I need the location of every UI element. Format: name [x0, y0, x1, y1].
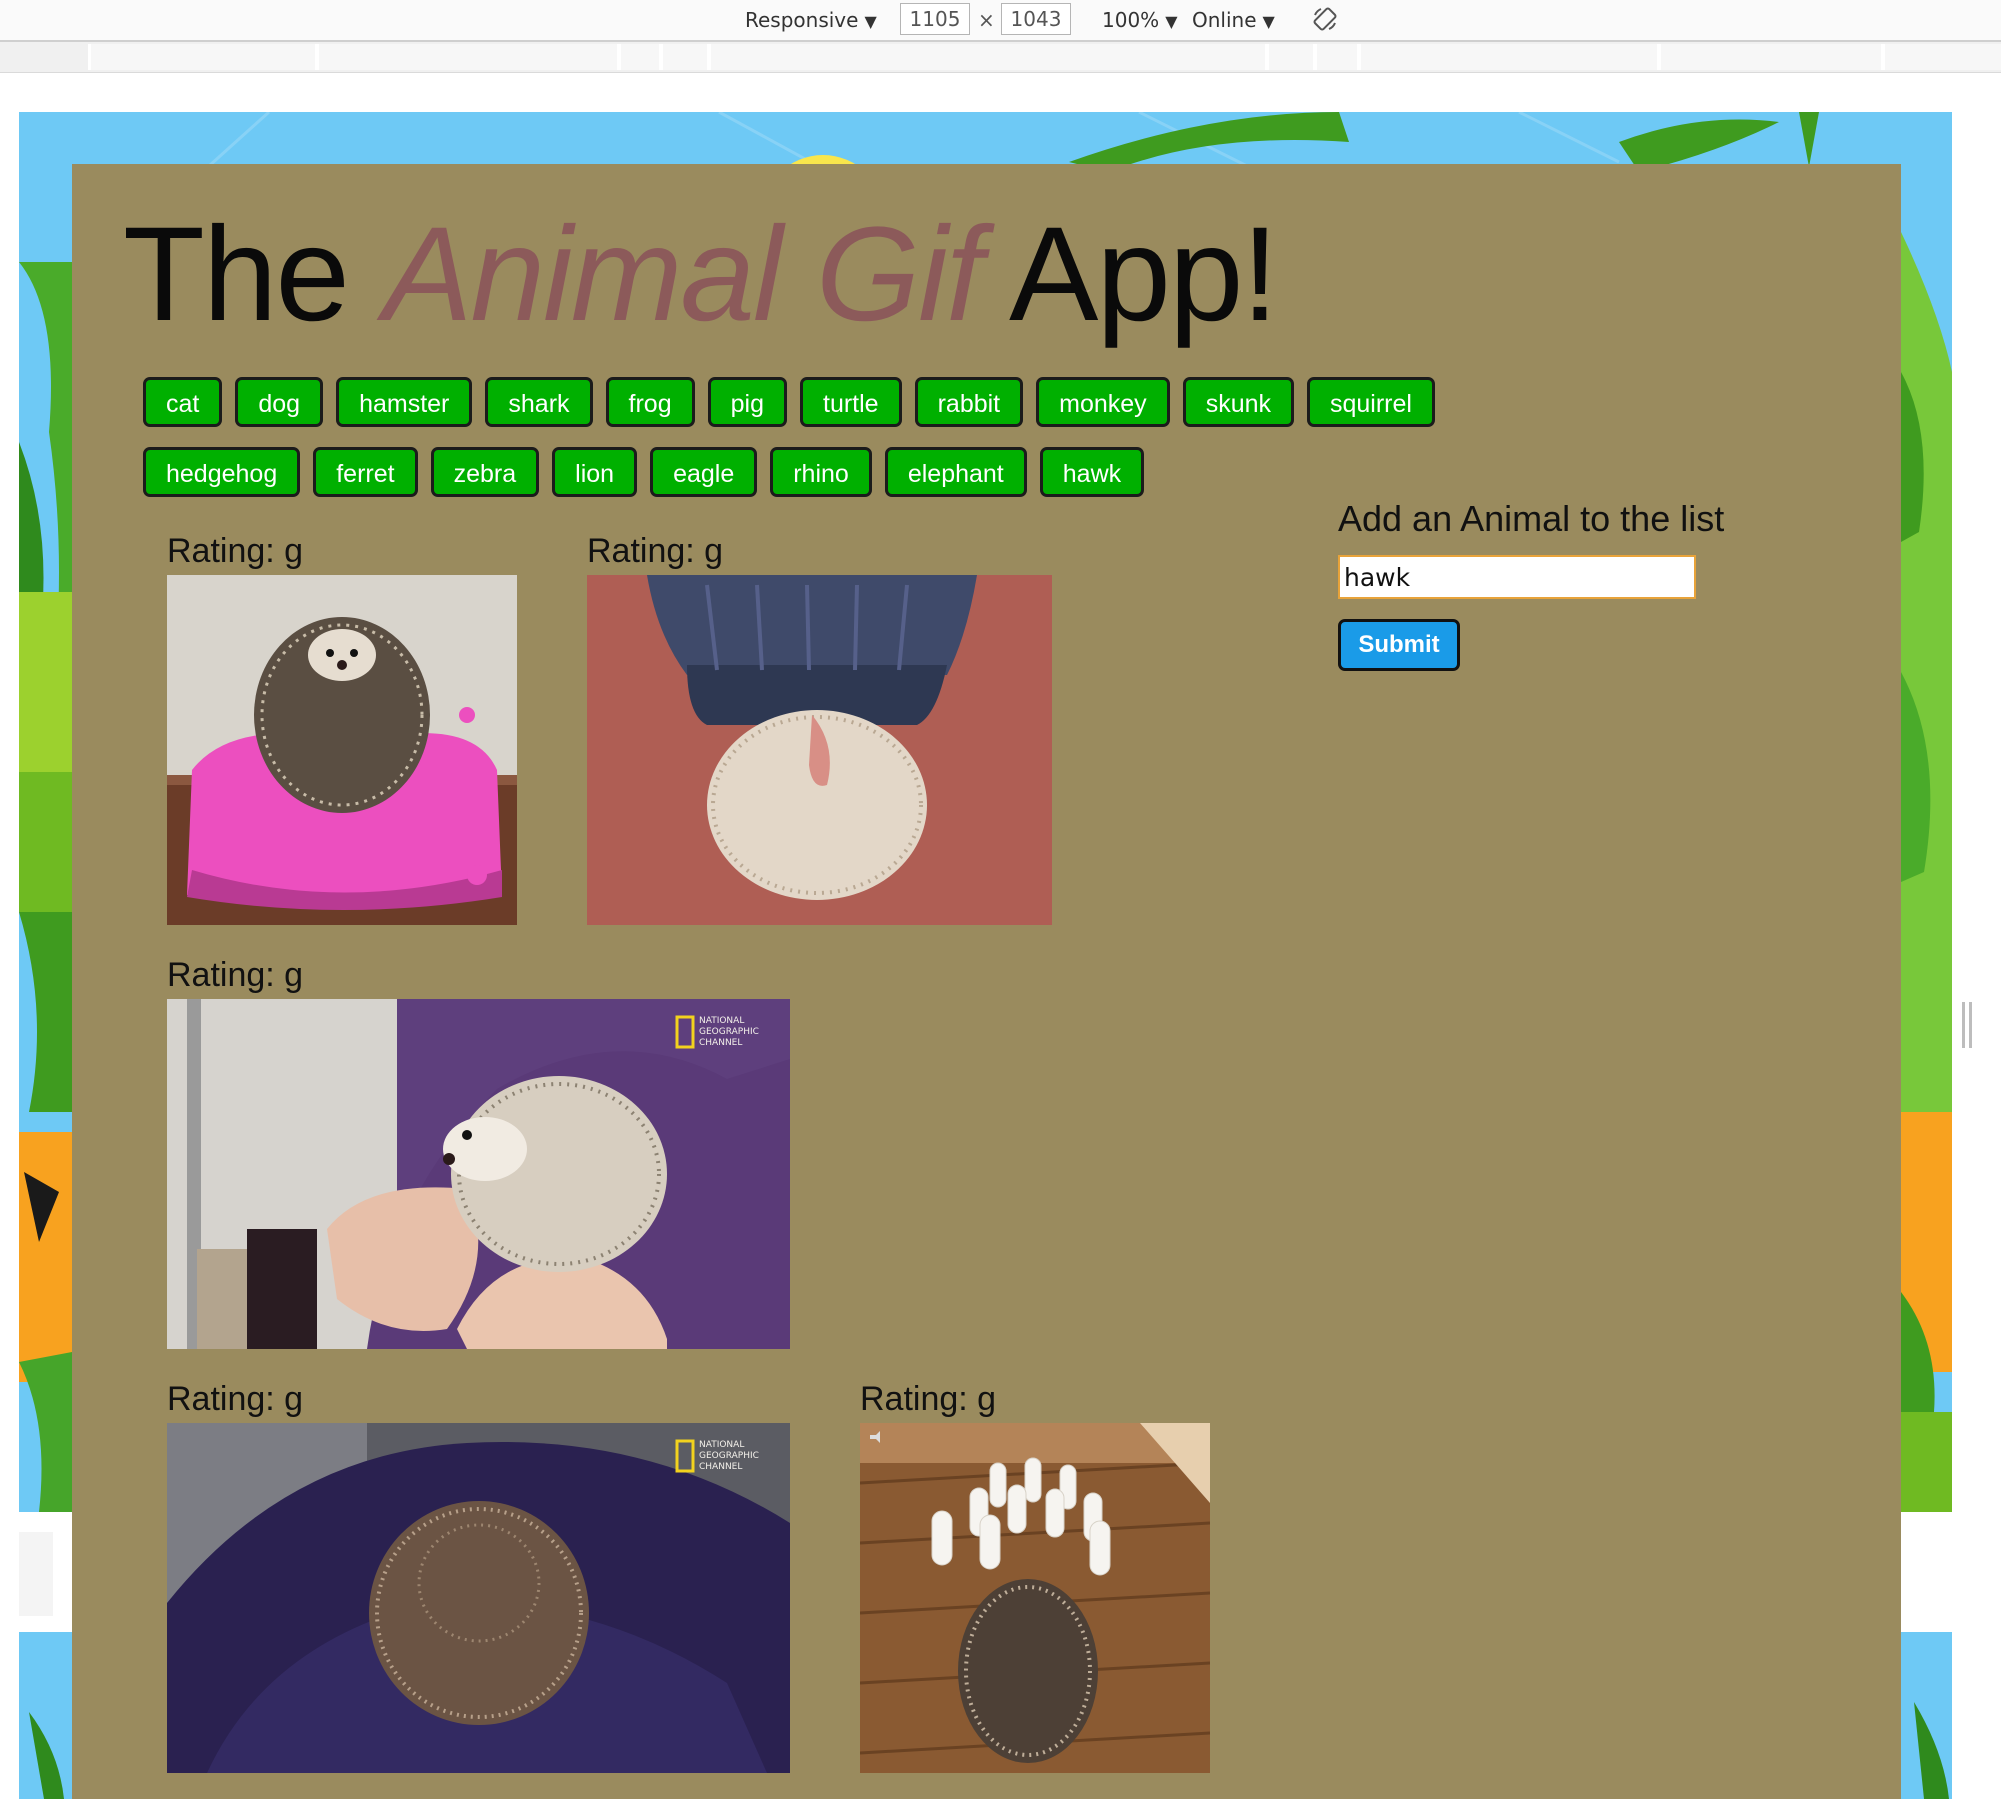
- title-text: The: [123, 200, 384, 349]
- submit-button[interactable]: Submit: [1338, 619, 1460, 671]
- media-query-segment[interactable]: [1266, 44, 1316, 70]
- media-query-bar: [0, 42, 2001, 73]
- main-panel: The Animal Gif App! cat dog hamster shark fr…: [72, 164, 1901, 1799]
- title-accent: Animal Gif: [383, 200, 983, 349]
- animal-button-hedgehog[interactable]: hedgehog: [143, 447, 301, 497]
- svg-text:CHANNEL: CHANNEL: [699, 1038, 742, 1048]
- animal-button-monkey[interactable]: monkey: [1036, 377, 1170, 427]
- media-query-segment[interactable]: [708, 44, 1268, 70]
- animal-button-pig[interactable]: pig: [707, 377, 787, 427]
- hedgehog-gif[interactable]: [860, 1423, 1210, 1773]
- gif-card: Rating: g NATIONAL GEOGRAPHIC CHANNEL: [167, 955, 790, 1349]
- animal-button-rabbit[interactable]: rabbit: [914, 377, 1024, 427]
- svg-text:GEOGRAPHIC: GEOGRAPHIC: [699, 1027, 759, 1037]
- animal-button-zebra[interactable]: zebra: [430, 447, 540, 497]
- media-query-segment[interactable]: [618, 44, 662, 70]
- animal-button-hawk[interactable]: hawk: [1039, 447, 1145, 497]
- animal-button-eagle[interactable]: eagle: [650, 447, 758, 497]
- chevron-down-icon: ▼: [864, 12, 877, 31]
- gif-card: Rating: g NATIONAL GEOGRAPHIC CHANNEL: [167, 1379, 790, 1773]
- times-sign: ×: [978, 8, 995, 32]
- media-query-segment[interactable]: [88, 44, 318, 70]
- media-query-segment[interactable]: [316, 44, 620, 70]
- add-animal-label: Add an Animal to the list: [1338, 498, 1725, 539]
- add-animal-form: Add an Animal to the list Submit: [1338, 497, 1758, 671]
- gif-rating: Rating: g: [167, 532, 304, 570]
- animal-button-lion[interactable]: lion: [552, 447, 638, 497]
- media-query-segment[interactable]: [660, 44, 710, 70]
- network-label: Online: [1192, 8, 1257, 32]
- animal-button-frog[interactable]: frog: [605, 377, 695, 427]
- gif-rating: Rating: g: [860, 1380, 997, 1418]
- viewport-resize-handle[interactable]: [1962, 1002, 1972, 1048]
- animal-button-hamster[interactable]: hamster: [336, 377, 473, 427]
- hedgehog-gif[interactable]: NATIONAL GEOGRAPHIC CHANNEL: [167, 999, 790, 1349]
- title-text: App!: [981, 200, 1279, 349]
- page-title: The Animal Gif App!: [123, 200, 1279, 350]
- devtools-toolbar: Responsive ▼ 1105 × 1043 100% ▼ Online ▼: [0, 0, 2001, 42]
- natgeo-watermark: NATIONAL: [699, 1016, 744, 1026]
- gif-rating: Rating: g: [587, 532, 724, 570]
- animal-button-skunk[interactable]: skunk: [1182, 377, 1294, 427]
- gif-card: Rating: g: [860, 1379, 1210, 1773]
- animal-button-turtle[interactable]: turtle: [800, 377, 902, 427]
- device-mode-label: Responsive: [745, 8, 859, 32]
- gif-card: Rating: g: [167, 531, 517, 925]
- animal-button-dog[interactable]: dog: [235, 377, 324, 427]
- device-mode-dropdown[interactable]: Responsive ▼: [745, 6, 877, 34]
- animal-input[interactable]: [1338, 555, 1696, 599]
- svg-text:CHANNEL: CHANNEL: [699, 1462, 742, 1472]
- media-query-segment[interactable]: [1358, 44, 1660, 70]
- page-viewport: The Animal Gif App! cat dog hamster shark fr…: [19, 112, 1952, 1799]
- hedgehog-gif[interactable]: [587, 575, 1052, 925]
- gif-rating: Rating: g: [167, 1380, 304, 1418]
- gif-card: Rating: g: [587, 531, 1052, 925]
- animal-button-list: cat dog hamster shark frog pig turtle rabbit mon…: [143, 377, 1503, 517]
- media-query-segment[interactable]: [1658, 44, 1884, 70]
- hedgehog-gif[interactable]: [167, 575, 517, 925]
- zoom-dropdown[interactable]: 100% ▼: [1102, 6, 1178, 34]
- network-throttle-dropdown[interactable]: Online ▼: [1192, 6, 1275, 34]
- animal-button-elephant[interactable]: elephant: [884, 447, 1027, 497]
- animal-button-ferret[interactable]: ferret: [313, 447, 418, 497]
- zoom-label: 100%: [1102, 8, 1160, 32]
- animal-button-cat[interactable]: cat: [143, 377, 223, 427]
- media-query-segment[interactable]: [1314, 44, 1360, 70]
- chevron-down-icon: ▼: [1165, 12, 1178, 31]
- animal-button-squirrel[interactable]: squirrel: [1307, 377, 1435, 427]
- viewport-height-input[interactable]: 1043: [1001, 3, 1071, 35]
- hedgehog-gif[interactable]: NATIONAL GEOGRAPHIC CHANNEL: [167, 1423, 790, 1773]
- gif-rating: Rating: g: [167, 956, 304, 994]
- media-query-segment[interactable]: [1882, 44, 2001, 70]
- animal-button-shark[interactable]: shark: [485, 377, 593, 427]
- viewport-width-input[interactable]: 1105: [900, 3, 970, 35]
- svg-text:GEOGRAPHIC: GEOGRAPHIC: [699, 1451, 759, 1461]
- rotate-icon[interactable]: [1312, 6, 1338, 32]
- chevron-down-icon: ▼: [1262, 12, 1275, 31]
- natgeo-watermark: NATIONAL: [699, 1440, 744, 1450]
- animal-button-rhino[interactable]: rhino: [770, 447, 872, 497]
